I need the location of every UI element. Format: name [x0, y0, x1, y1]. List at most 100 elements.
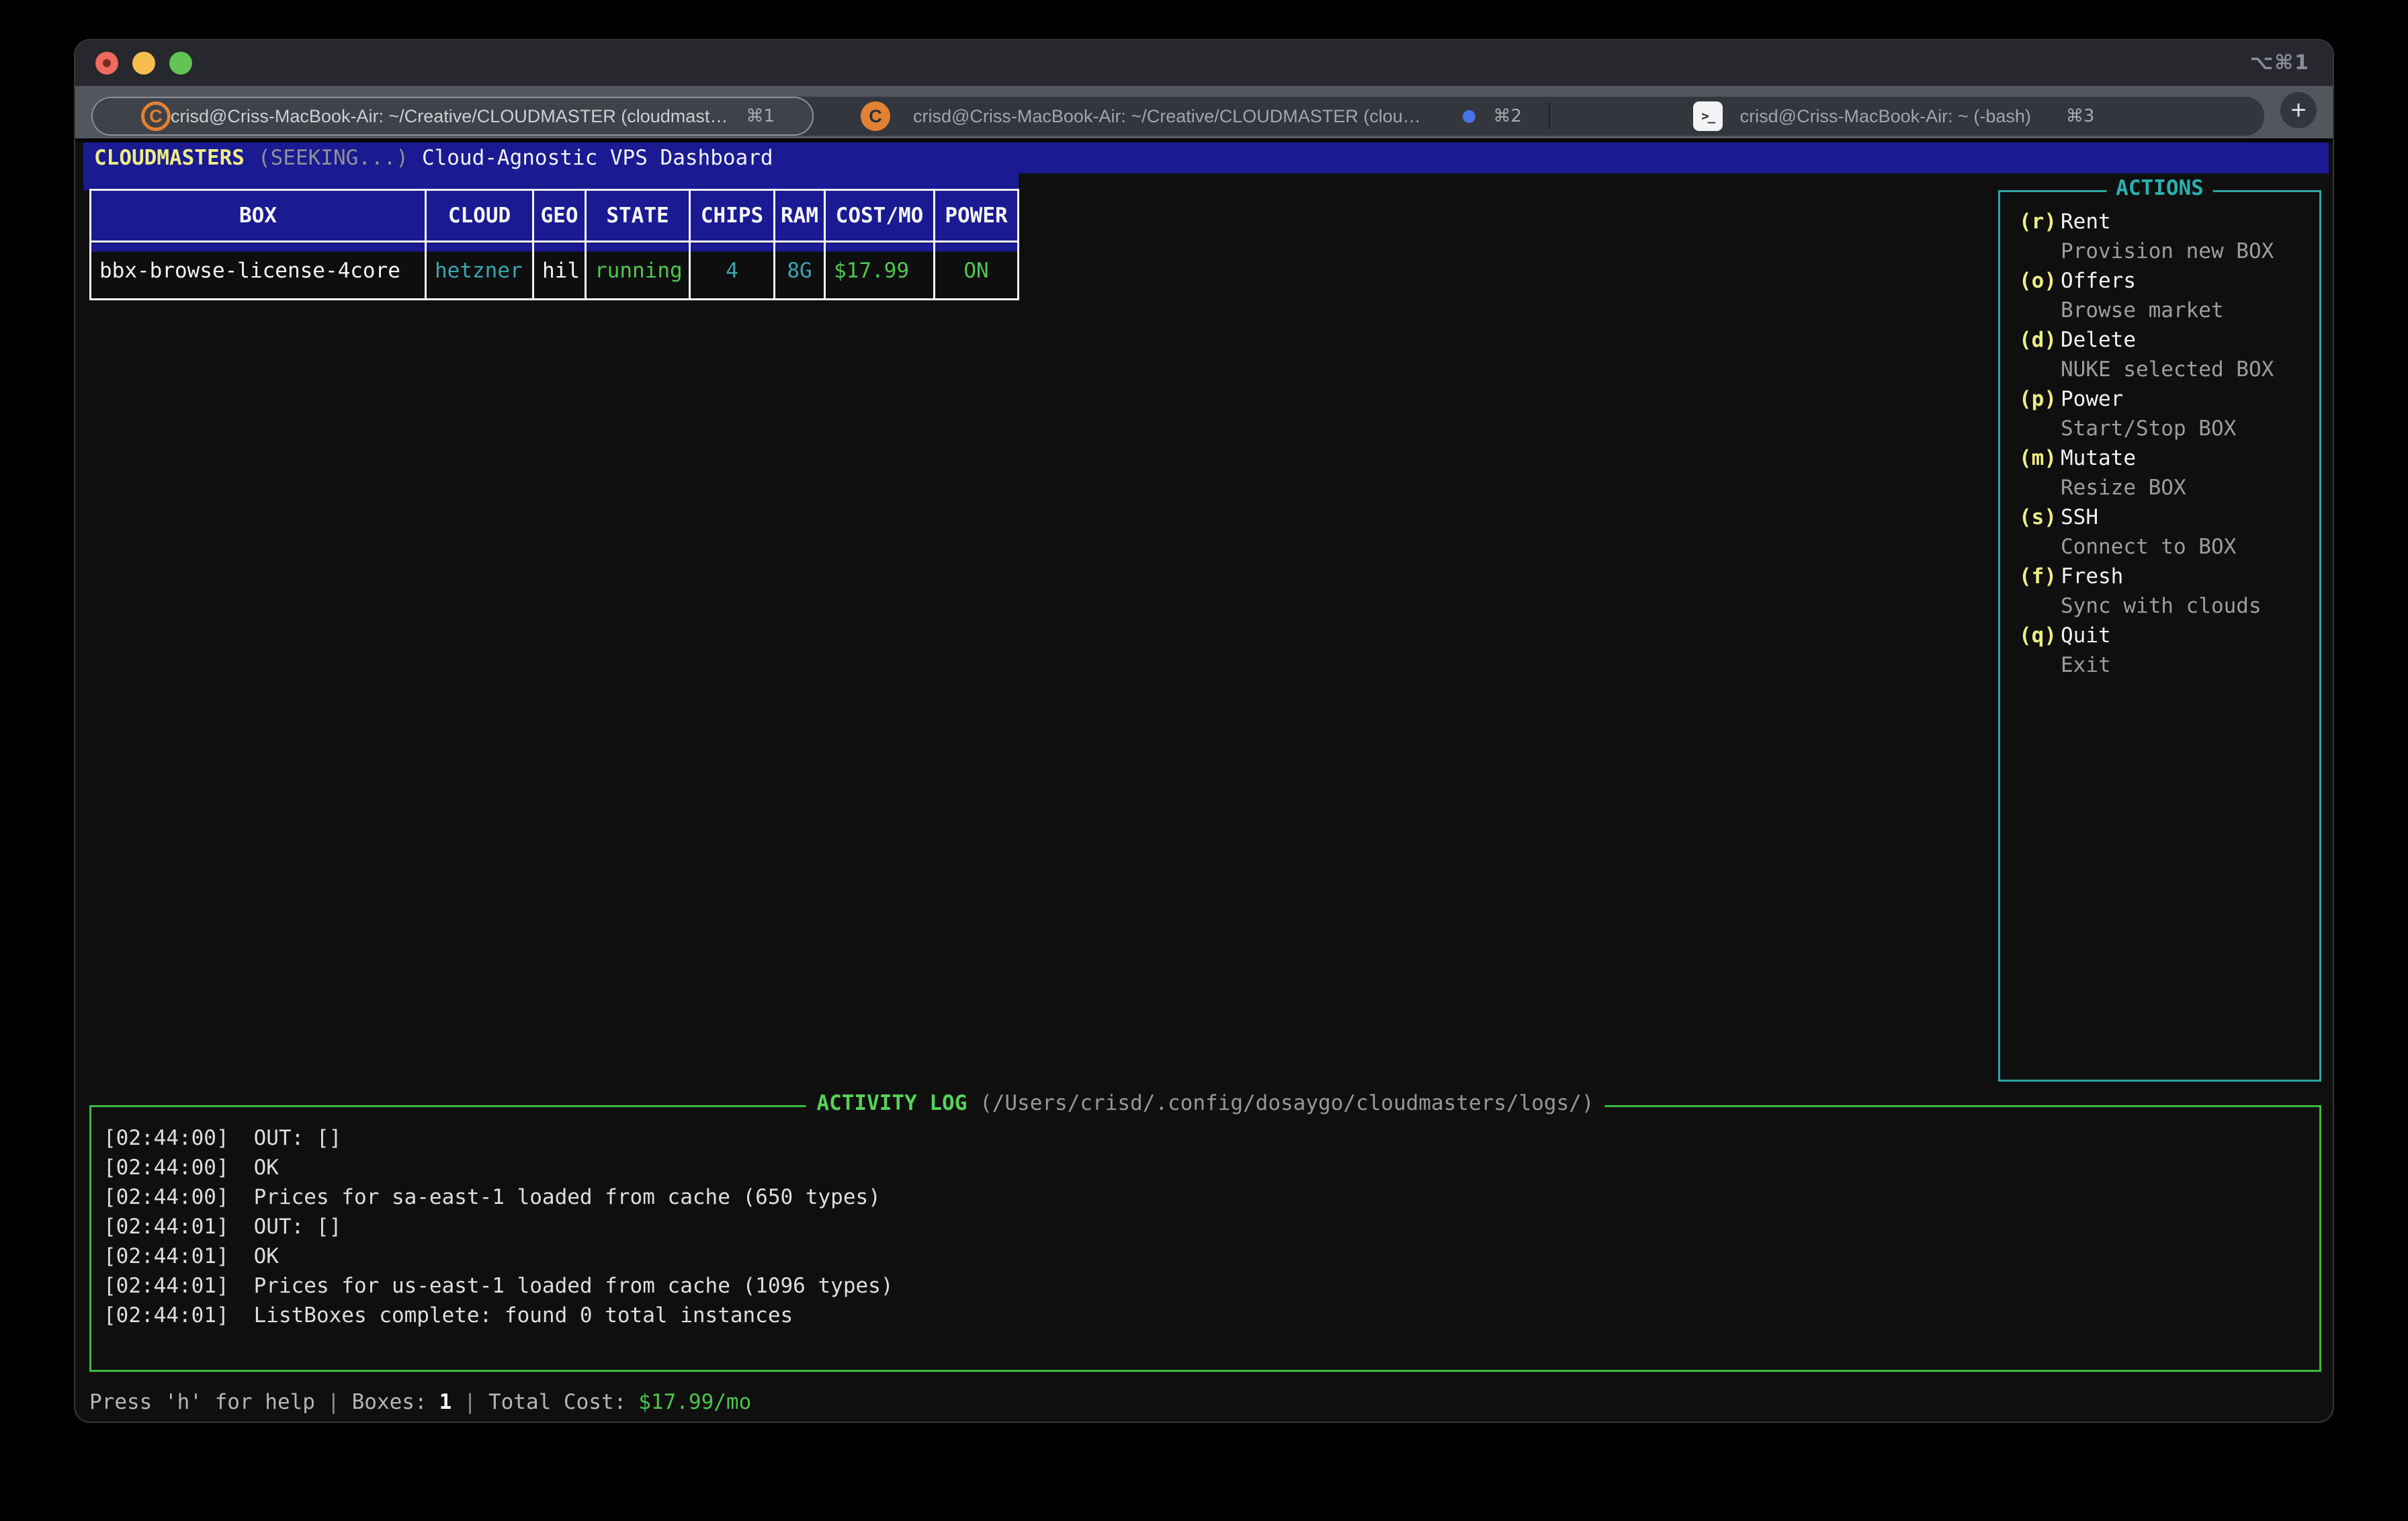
action-label: Offers: [2061, 266, 2319, 296]
cell-state: running: [586, 242, 690, 300]
seeking-status: (SEEKING...): [258, 146, 408, 170]
action-item-offers[interactable]: (o) Offers Browse market: [2000, 266, 2319, 325]
log-message: OUT: []: [254, 1215, 342, 1239]
action-key: (o): [2019, 266, 2057, 296]
actions-list: (r) Rent Provision new BOX (o) Offers Br…: [2000, 192, 2319, 680]
action-item-ssh[interactable]: (s) SSH Connect to BOX: [2000, 503, 2319, 562]
total-cost-label: Total Cost:: [488, 1390, 626, 1414]
tab-terminal-3[interactable]: >_ crisd@Criss-MacBook-Air: ~ (-bash) ⌘3: [1550, 97, 2264, 136]
column-header-ram: RAM: [775, 190, 825, 242]
activity-log-panel: ACTIVITY LOG (/Users/crisd/.config/dosay…: [89, 1105, 2321, 1372]
tab-terminal-2[interactable]: C crisd@Criss-MacBook-Air: ~/Creative/CL…: [814, 97, 1549, 136]
action-key: (q): [2019, 621, 2057, 650]
selected-row-highlight-strip: [83, 173, 1019, 190]
app-icon-letter: C: [149, 106, 163, 127]
log-time: [02:44:00]: [103, 1185, 229, 1209]
action-item-fresh[interactable]: (f) Fresh Sync with clouds: [2000, 562, 2319, 621]
log-time: [02:44:00]: [103, 1126, 229, 1150]
action-item-rent[interactable]: (r) Rent Provision new BOX: [2000, 207, 2319, 266]
action-item-power[interactable]: (p) Power Start/Stop BOX: [2000, 384, 2319, 443]
terminal-app-icon: >_: [1693, 101, 1723, 131]
activity-log-path: (/Users/crisd/.config/dosaygo/cloudmaste…: [980, 1091, 1594, 1115]
log-message: OK: [254, 1156, 279, 1180]
tab-terminal-1-active[interactable]: C crisd@Criss-MacBook-Air: ~/Creative/CL…: [91, 97, 814, 136]
log-line: [02:44:00] OK: [103, 1153, 2319, 1182]
app-header: CLOUDMASTERS (SEEKING...) Cloud-Agnostic…: [83, 142, 2329, 173]
app-icon-letter: C: [869, 106, 882, 127]
column-header-power: POWER: [935, 190, 1019, 242]
cell-geo: hil: [533, 242, 586, 300]
column-header-cost-mo: COST/MO: [825, 190, 935, 242]
terminal-icon-glyph: >_: [1701, 109, 1714, 124]
action-key: (p): [2019, 384, 2057, 414]
action-label: Power: [2061, 384, 2319, 414]
tab-shortcut: ⌘1: [746, 106, 775, 126]
log-message: Prices for sa-east-1 loaded from cache (…: [254, 1185, 881, 1209]
new-tab-button[interactable]: +: [2280, 92, 2317, 128]
tab-shortcut: ⌘2: [1493, 106, 1522, 126]
log-message: OUT: []: [254, 1126, 342, 1150]
terminal-window: ⌥⌘1 C crisd@Criss-MacBook-Air: ~/Creativ…: [75, 40, 2333, 1422]
status-separator: |: [327, 1390, 340, 1414]
tab-shortcut: ⌘3: [2066, 106, 2095, 126]
action-label: Mutate: [2061, 443, 2319, 473]
boxes-count: 1: [439, 1390, 452, 1414]
column-header-box: BOX: [91, 190, 426, 242]
cloudmasters-app-icon: C: [141, 101, 171, 131]
actions-panel: ACTIONS (r) Rent Provision new BOX (o) O…: [1998, 190, 2321, 1082]
zoom-button[interactable]: [169, 52, 192, 75]
log-time: [02:44:01]: [103, 1215, 229, 1239]
action-key: (s): [2019, 503, 2057, 532]
action-label: Quit: [2061, 621, 2319, 650]
column-header-cloud: CLOUD: [426, 190, 533, 242]
log-line: [02:44:00] Prices for sa-east-1 loaded fr…: [103, 1182, 2319, 1212]
log-message: ListBoxes complete: found 0 total instan…: [254, 1303, 793, 1328]
tab-title: crisd@Criss-MacBook-Air: ~/Creative/CLOU…: [913, 106, 1425, 127]
log-line: [02:44:01]ListBoxes complete: found 0 to…: [103, 1301, 2319, 1330]
log-time: [02:44:01]: [103, 1274, 229, 1298]
log-line: [02:44:01] OUT: []: [103, 1212, 2319, 1242]
action-description: Exit: [2061, 650, 2319, 680]
log-line: [02:44:01] OK: [103, 1242, 2319, 1271]
log-message: Prices for us-east-1 loaded from cache (…: [254, 1274, 894, 1298]
status-bar: Press 'h' for help|Boxes:1|Total Cost:$1…: [89, 1387, 751, 1417]
action-label: SSH: [2061, 503, 2319, 532]
log-time: [02:44:00]: [103, 1156, 229, 1180]
action-item-mutate[interactable]: (m) Mutate Resize BOX: [2000, 443, 2319, 503]
tab-group: C crisd@Criss-MacBook-Air: ~/Creative/CL…: [91, 97, 2264, 136]
column-header-chips: CHIPS: [690, 190, 775, 242]
activity-log-legend: ACTIVITY LOG (/Users/crisd/.config/dosay…: [806, 1091, 1604, 1115]
action-description: Browse market: [2061, 296, 2319, 325]
action-item-delete[interactable]: (d) Delete NUKE selected BOX: [2000, 325, 2319, 384]
tab-title: crisd@Criss-MacBook-Air: ~/Creative/CLOU…: [171, 106, 728, 127]
vps-table: BOX CLOUD GEO STATE CHIPS RAM COST/MO PO…: [89, 189, 1019, 300]
action-description: Provision new BOX: [2061, 236, 2319, 266]
plus-icon: +: [2290, 95, 2306, 126]
table-header-row: BOX CLOUD GEO STATE CHIPS RAM COST/MO PO…: [91, 190, 1019, 242]
cell-cloud: hetzner: [426, 242, 533, 300]
activity-log-title: ACTIVITY LOG: [816, 1091, 967, 1115]
action-key: (r): [2019, 207, 2057, 236]
cell-box-name: bbx-browse-license-4core: [91, 242, 426, 300]
action-key: (f): [2019, 562, 2057, 591]
action-item-quit[interactable]: (q) Quit Exit: [2000, 621, 2319, 680]
minimize-button[interactable]: [132, 52, 155, 75]
cell-cost-mo: $17.99: [825, 242, 935, 300]
traffic-lights: [95, 52, 192, 75]
action-key: (m): [2019, 443, 2057, 473]
window-shortcut-hint: ⌥⌘1: [2250, 51, 2310, 75]
status-separator: |: [464, 1390, 476, 1414]
terminal-canvas: CLOUDMASTERS (SEEKING...) Cloud-Agnostic…: [75, 142, 2333, 1418]
help-hint: Press 'h' for help: [89, 1390, 315, 1414]
tab-activity-dot: [1463, 110, 1475, 123]
tab-bar: C crisd@Criss-MacBook-Air: ~/Creative/CL…: [75, 86, 2333, 142]
action-key: (d): [2019, 325, 2057, 355]
log-message: OK: [254, 1244, 279, 1268]
log-time: [02:44:01]: [103, 1244, 229, 1268]
cell-chips: 4: [690, 242, 775, 300]
action-label: Delete: [2061, 325, 2319, 355]
table-row[interactable]: bbx-browse-license-4core hetzner hil run…: [91, 242, 1019, 300]
app-brand: CLOUDMASTERS: [94, 146, 245, 170]
cell-power: ON: [935, 242, 1019, 300]
close-button[interactable]: [95, 52, 118, 75]
